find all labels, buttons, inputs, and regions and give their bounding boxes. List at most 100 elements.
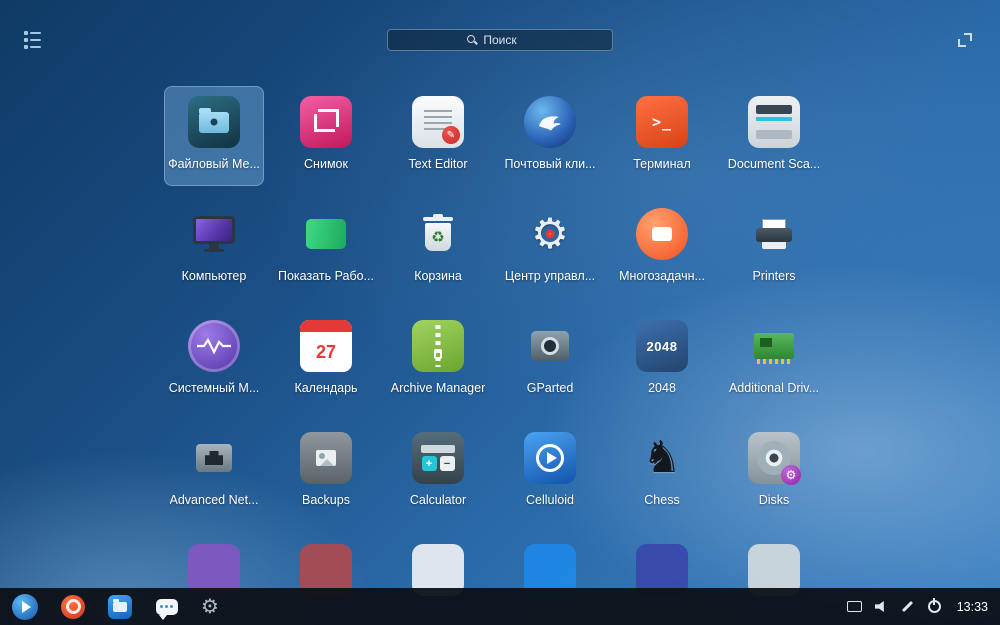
app-label: Многозадачн...: [619, 269, 705, 283]
app-label: Снимок: [304, 157, 348, 171]
app-gparted[interactable]: GParted: [500, 310, 600, 410]
calendar-icon: 27: [300, 320, 352, 372]
app-label: Document Sca...: [727, 157, 821, 171]
app-additional-drivers[interactable]: Additional Driv...: [724, 310, 824, 410]
taskbar-chat-icon[interactable]: [155, 597, 178, 617]
backups-icon: [300, 432, 352, 484]
crop-mark: [318, 109, 339, 127]
calendar-day: 27: [315, 341, 337, 362]
folder-shape: [199, 107, 229, 133]
zipper-shape: [435, 325, 441, 367]
app-label: Chess: [644, 493, 680, 507]
taskbar-files-icon[interactable]: [108, 594, 132, 619]
screenshot-icon: [300, 96, 352, 148]
app-printers[interactable]: Printers: [724, 198, 824, 298]
computer-icon: [188, 208, 240, 260]
system-monitor-icon: [188, 320, 240, 372]
app-label: Центр управл...: [504, 269, 596, 283]
app-label: Терминал: [633, 157, 691, 171]
display-tray-icon[interactable]: [846, 601, 862, 612]
app-label: Backups: [302, 493, 350, 507]
archive-manager-icon: [412, 320, 464, 372]
waveform-shape: [197, 337, 231, 355]
gparted-icon: [524, 320, 576, 372]
app-2048[interactable]: 2048 2048: [612, 310, 712, 410]
recycle-glyph: ♻: [425, 223, 451, 251]
app-show-desktop[interactable]: Показать Рабо...: [276, 198, 376, 298]
clock[interactable]: 13:33: [957, 600, 988, 614]
app-grid: Файловый Ме... Снимок ✎ Text Editor Почт…: [158, 86, 830, 625]
app-label: Компьютер: [181, 269, 247, 283]
app-document-scanner[interactable]: Document Sca...: [724, 86, 824, 186]
app-calendar[interactable]: 27 Календарь: [276, 310, 376, 410]
desktop-background: Файловый Ме... Снимок ✎ Text Editor Почт…: [0, 0, 1000, 625]
zorin-menu-button[interactable]: [12, 593, 38, 620]
trash-lid: [423, 217, 453, 221]
additional-drivers-icon: [748, 320, 800, 372]
app-label: Показать Рабо...: [277, 269, 374, 283]
app-backups[interactable]: Backups: [276, 422, 376, 522]
app-computer[interactable]: Компьютер: [164, 198, 264, 298]
terminal-icon: >_: [636, 96, 688, 148]
prompt-glyph: >_: [651, 113, 673, 131]
2048-icon: 2048: [636, 320, 688, 372]
app-advanced-network[interactable]: Advanced Net...: [164, 422, 264, 522]
search-input[interactable]: [387, 29, 613, 51]
scanner-lid: [756, 105, 792, 114]
taskbar: ⚙ 13:33: [0, 588, 1000, 625]
app-screenshot[interactable]: Снимок: [276, 86, 376, 186]
app-multitasking[interactable]: Многозадачн...: [612, 198, 712, 298]
app-mail-client[interactable]: Почтовый кли...: [500, 86, 600, 186]
app-label: Additional Driv...: [728, 381, 820, 395]
document-scanner-icon: [748, 96, 800, 148]
text-editor-icon: ✎: [412, 96, 464, 148]
play-icon: [546, 452, 557, 464]
app-label: Text Editor: [408, 157, 468, 171]
app-text-editor[interactable]: ✎ Text Editor: [388, 86, 488, 186]
app-label: GParted: [526, 381, 574, 395]
app-calculator[interactable]: + − Calculator: [388, 422, 488, 522]
calendar-header: [300, 320, 352, 332]
gear-badge-icon: ⚙: [781, 465, 801, 485]
advanced-network-icon: [188, 432, 240, 484]
app-label: Celluloid: [526, 493, 574, 507]
app-label: Archive Manager: [390, 381, 486, 395]
chess-icon: ♞: [636, 432, 688, 484]
volume-tray-icon[interactable]: [874, 600, 884, 613]
knight-glyph: ♞: [642, 433, 682, 482]
pen-tray-icon[interactable]: [901, 600, 915, 614]
zipper-pull: [434, 349, 442, 359]
app-label: Календарь: [294, 381, 358, 395]
taskbar-app-red-icon[interactable]: [61, 594, 85, 619]
expand-corner-icon[interactable]: [958, 33, 972, 47]
app-label: Printers: [752, 269, 796, 283]
plus-key: +: [421, 456, 437, 471]
multitasking-icon: [636, 208, 688, 260]
app-chess[interactable]: ♞ Chess: [612, 422, 712, 522]
files-icon: [188, 96, 240, 148]
red-ring: [545, 229, 555, 239]
app-files[interactable]: Файловый Ме...: [164, 86, 264, 186]
celluloid-icon: [524, 432, 576, 484]
app-label: Disks: [758, 493, 790, 507]
app-control-center[interactable]: ⚙ Центр управл...: [500, 198, 600, 298]
app-celluloid[interactable]: Celluloid: [500, 422, 600, 522]
taskbar-settings-icon[interactable]: ⚙: [201, 597, 219, 617]
show-desktop-icon: [300, 208, 352, 260]
app-label: Файловый Ме...: [168, 157, 260, 171]
app-terminal[interactable]: >_ Терминал: [612, 86, 712, 186]
bird-shape: [539, 116, 561, 131]
scanner-glass: [756, 117, 792, 121]
minus-key: −: [439, 456, 455, 471]
app-disks[interactable]: ⚙ Disks: [724, 422, 824, 522]
power-tray-icon[interactable]: [927, 600, 941, 613]
scanner-base: [756, 130, 792, 139]
app-label: Calculator: [409, 493, 467, 507]
calculator-icon: + −: [412, 432, 464, 484]
app-label: Advanced Net...: [169, 493, 259, 507]
app-system-monitor[interactable]: Системный М...: [164, 310, 264, 410]
app-archive-manager[interactable]: Archive Manager: [388, 310, 488, 410]
app-trash[interactable]: ♻ Корзина: [388, 198, 488, 298]
control-center-icon: ⚙: [524, 208, 576, 260]
list-view-toggle-icon[interactable]: [24, 31, 41, 49]
